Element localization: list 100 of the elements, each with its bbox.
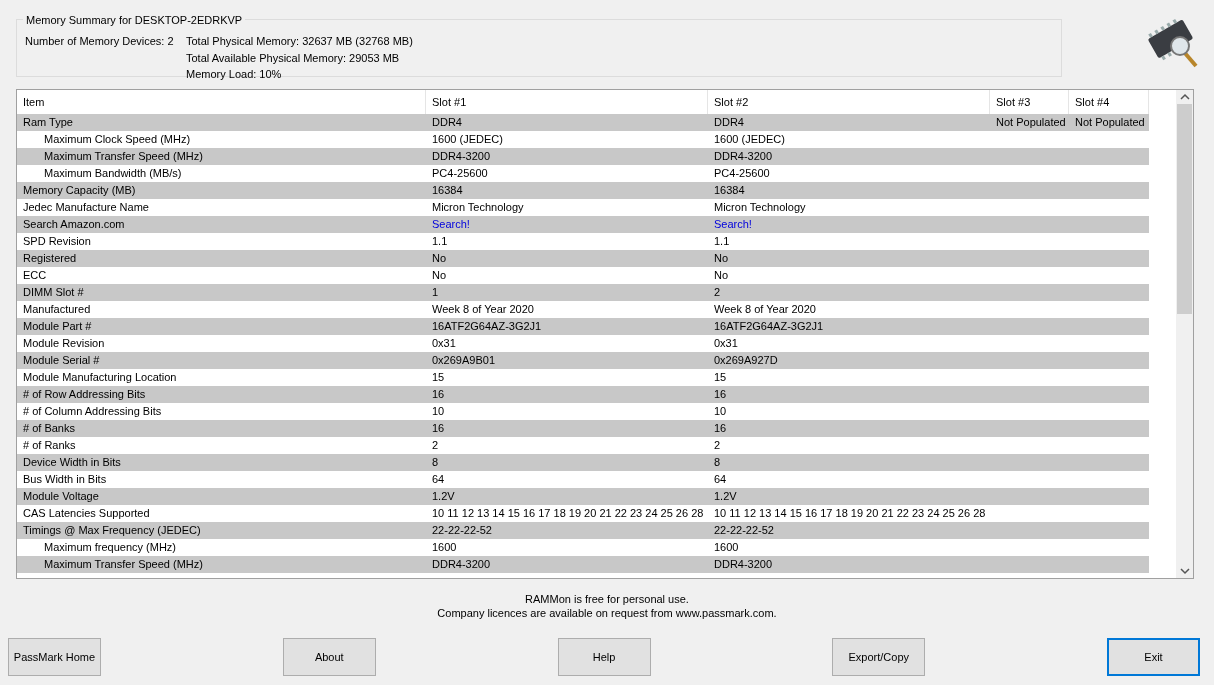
summary-line: Total Physical Memory: 32637 MB (32768 MB) [186, 34, 413, 49]
dialog-button[interactable]: Help [557, 638, 651, 676]
dialog-button[interactable]: Exit [1107, 638, 1200, 676]
table-row[interactable]: Jedec Manufacture Name Micron Technology Micron Technology [17, 199, 1149, 216]
summary-line: Total Available Physical Memory: 29053 MB [186, 50, 401, 66]
table-cell-text: 1600 (JEDEC) [713, 132, 786, 147]
row-label: Registered [22, 251, 78, 266]
row-label: # of Column Addressing Bits [22, 404, 163, 419]
table-row[interactable]: # of Column Addressing Bits 10 10 [17, 403, 1149, 420]
table-cell-text: 64 [431, 472, 446, 487]
table-row[interactable]: Bus Width in Bits 64 64 [17, 471, 1149, 488]
row-label: Maximum Bandwidth (MB/s) [43, 166, 183, 181]
table-cell-text: 64 [713, 472, 728, 487]
table-cell-text: 10 11 12 13 14 15 16 17 18 19 20 21 22 23 24 25 26 28 [431, 506, 705, 521]
table-cell-text: 16 [713, 421, 728, 436]
table-cell-text: Not Populated [1074, 115, 1146, 130]
table-cell-text: 1.1 [431, 234, 449, 249]
table-cell-text: 16 [431, 387, 446, 402]
table-row[interactable]: Maximum Transfer Speed (MHz) DDR4-3200 DDR4-3200 [17, 556, 1149, 573]
summary-line: Memory Load: 10% [186, 67, 283, 82]
search-link[interactable]: Search! [432, 218, 470, 230]
table-cell-text: 16384 [713, 183, 746, 198]
table-cell-text: 16ATF2G64AZ-3G2J1 [431, 319, 543, 334]
table-cell-text: 10 [713, 404, 728, 419]
dialog-button[interactable]: PassMark Home [8, 638, 101, 676]
table-cell-text: 1.2V [713, 489, 738, 504]
table-cell-text: 1.2V [431, 489, 456, 504]
row-label: Module Part # [22, 319, 93, 334]
row-label: Module Serial # [22, 353, 101, 368]
table-cell-text: 1600 (JEDEC) [431, 132, 504, 147]
row-label: Module Revision [22, 336, 106, 351]
table-row[interactable]: Module Manufacturing Location 15 15 [17, 369, 1149, 386]
table-row[interactable]: CAS Latencies Supported 10 11 12 13 14 15 16 17 18 19 20 21 22 23 24 25 26 28 10 11 12 13 14 15 16 17 18 19 20 21 22 23 24 25 26 28 [17, 505, 1149, 522]
table-row[interactable]: # of Banks 16 16 [17, 420, 1149, 437]
row-label: Module Manufacturing Location [22, 370, 178, 385]
table-row[interactable]: Memory Capacity (MB) 16384 16384 [17, 182, 1149, 199]
row-label: # of Banks [22, 421, 76, 436]
table-row[interactable]: Maximum Bandwidth (MB/s) PC4-25600 PC4-25600 [17, 165, 1149, 182]
search-link[interactable]: Search! [714, 218, 752, 230]
row-label: DIMM Slot # [22, 285, 85, 300]
row-label: Bus Width in Bits [22, 472, 108, 487]
scrollbar[interactable] [1176, 90, 1193, 578]
row-label: Memory Capacity (MB) [22, 183, 137, 198]
table-cell-text: 0x269A9B01 [431, 353, 496, 368]
table-cell-text: 10 11 12 13 14 15 16 17 18 19 20 21 22 23 24 25 26 28 [713, 506, 987, 521]
row-label: Device Width in Bits [22, 455, 122, 470]
table-cell-text: Week 8 of Year 2020 [713, 302, 817, 317]
table-row[interactable]: Search Amazon.com Search! Search! [17, 216, 1149, 233]
table-row[interactable]: SPD Revision 1.1 1.1 [17, 233, 1149, 250]
table-cell-text: Not Populated [995, 115, 1067, 130]
table-row[interactable]: Maximum frequency (MHz) 1600 1600 [17, 539, 1149, 556]
table-row[interactable]: ECC No No [17, 267, 1149, 284]
table-row[interactable]: Module Voltage 1.2V 1.2V [17, 488, 1149, 505]
table-cell-text: DDR4-3200 [713, 557, 774, 572]
row-label: Maximum Transfer Speed (MHz) [43, 557, 204, 572]
table-cell-text: 8 [431, 455, 440, 470]
row-label: CAS Latencies Supported [22, 506, 151, 521]
table-row[interactable]: Device Width in Bits 8 8 [17, 454, 1149, 471]
table-cell-text: 1600 [431, 540, 458, 555]
table-cell-text: 22-22-22-52 [431, 523, 493, 538]
table-cell-text: 8 [713, 455, 722, 470]
table-cell-text: No [713, 268, 730, 283]
table-cell-text: 0x31 [713, 336, 739, 351]
table-cell-text: DDR4 [431, 115, 463, 130]
table-row[interactable]: Timings @ Max Frequency (JEDEC) 22-22-22-52 22-22-22-52 [17, 522, 1149, 539]
table-row[interactable]: Ram Type DDR4 DDR4 Not Populated Not Populated [17, 114, 1149, 131]
row-label: Maximum Clock Speed (MHz) [43, 132, 192, 147]
row-label: Jedec Manufacture Name [22, 200, 150, 215]
table-row[interactable]: Maximum Transfer Speed (MHz) DDR4-3200 DDR4-3200 [17, 148, 1149, 165]
table-row[interactable]: DIMM Slot # 1 2 [17, 284, 1149, 301]
table-cell-text: DDR4-3200 [431, 149, 492, 164]
table-row[interactable]: Registered No No [17, 250, 1149, 267]
table-cell-text: 16ATF2G64AZ-3G2J1 [713, 319, 825, 334]
table-row[interactable]: Maximum Clock Speed (MHz) 1600 (JEDEC) 1600 (JEDEC) [17, 131, 1149, 148]
table-cell-text: No [713, 251, 730, 266]
row-label: Ram Type [22, 115, 74, 130]
table-cell-text: 1.1 [713, 234, 731, 249]
table-cell-text: PC4-25600 [431, 166, 489, 181]
table-cell-text: PC4-25600 [713, 166, 771, 181]
table-cell-text: 10 [431, 404, 446, 419]
table-cell-text: 1 [431, 285, 440, 300]
table-cell-text: 2 [713, 438, 722, 453]
table-cell-text: 22-22-22-52 [713, 523, 775, 538]
table-cell-text: No [431, 268, 448, 283]
table-row[interactable]: Manufactured Week 8 of Year 2020 Week 8 of Year 2020 [17, 301, 1149, 318]
table-row[interactable]: # of Ranks 2 2 [17, 437, 1149, 454]
dialog-button[interactable]: About [282, 638, 376, 676]
table-cell-text: Week 8 of Year 2020 [431, 302, 535, 317]
dialog-button[interactable]: Export/Copy [832, 638, 926, 676]
table-row[interactable]: Module Revision 0x31 0x31 [17, 335, 1149, 352]
table-cell-text: 16384 [431, 183, 464, 198]
row-label: SPD Revision [22, 234, 92, 249]
table-row[interactable]: Module Part # 16ATF2G64AZ-3G2J1 16ATF2G64AZ-3G2J1 [17, 318, 1149, 335]
table-cell-text: 16 [713, 387, 728, 402]
table-row[interactable]: Module Serial # 0x269A9B01 0x269A927D [17, 352, 1149, 369]
row-label: # of Ranks [22, 438, 77, 453]
table-row[interactable]: # of Row Addressing Bits 16 16 [17, 386, 1149, 403]
scroll-thumb[interactable] [1177, 104, 1192, 314]
table-cell-text: 0x269A927D [713, 353, 779, 368]
table-cell-text: 15 [713, 370, 728, 385]
